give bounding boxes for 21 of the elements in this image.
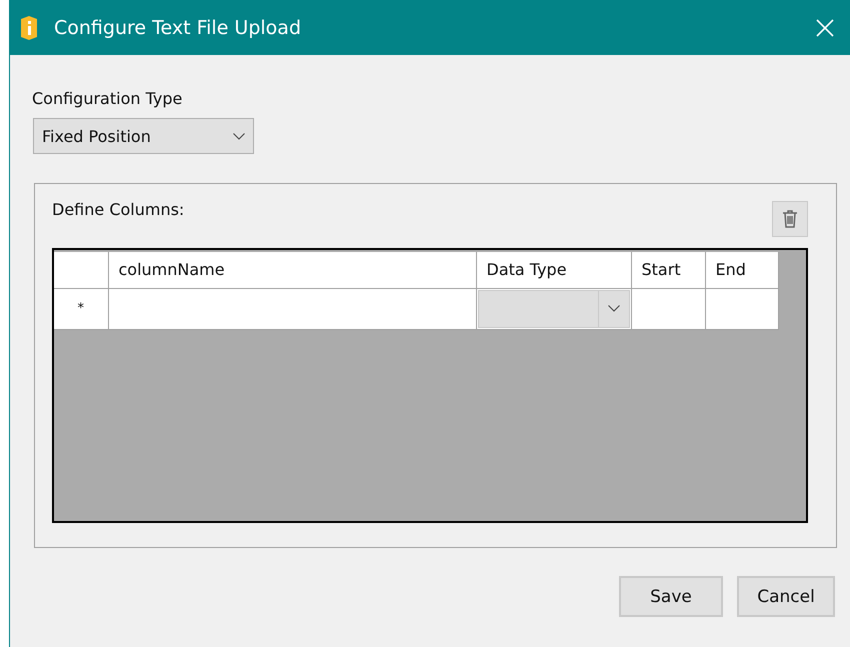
column-header[interactable]: End [705,252,778,288]
column-header[interactable]: columnName [108,252,476,288]
configuration-type-dropdown[interactable]: Fixed Position [33,118,254,154]
define-columns-label: Define Columns: [52,200,184,219]
chevron-icon [233,132,245,140]
table-cell[interactable] [108,288,476,329]
cancel-button[interactable]: Cancel [737,576,835,617]
chevron-icon [608,305,620,312]
configuration-type-label: Configuration Type [32,89,184,108]
delete-button[interactable] [772,201,808,237]
column-header[interactable]: Start [631,252,705,288]
trash-icon [782,210,798,228]
save-button[interactable]: Save [619,576,723,617]
table-cell[interactable] [631,288,705,329]
app-icon [18,14,40,40]
close-icon[interactable] [816,18,834,36]
new-row-marker: * [54,288,108,329]
table-cell[interactable] [705,288,778,329]
data-type-dropdown[interactable] [476,288,631,329]
column-header[interactable]: Data Type [476,252,631,288]
window-title: Configure Text File Upload [54,16,302,38]
